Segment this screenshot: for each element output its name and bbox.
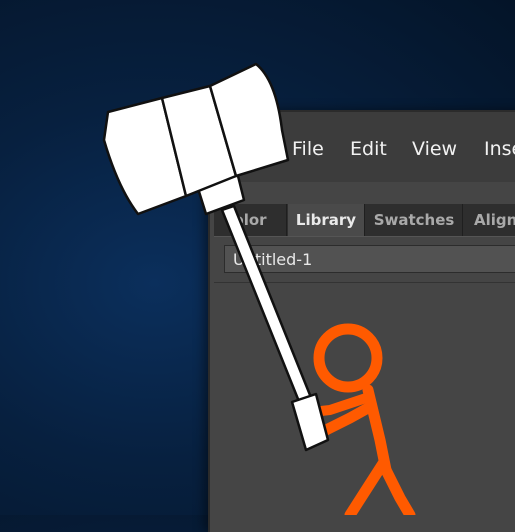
tab-color[interactable]: olor xyxy=(214,204,287,236)
menu-bar: File Edit View Inse xyxy=(210,112,515,182)
panel-divider xyxy=(214,282,515,283)
app-window: File Edit View Inse olor Library Swatche… xyxy=(208,110,515,532)
tab-swatches[interactable]: Swatches xyxy=(366,204,463,236)
panel-tab-bar: olor Library Swatches Align xyxy=(214,204,515,237)
menu-view[interactable]: View xyxy=(412,138,457,160)
document-select[interactable]: Untitled-1 xyxy=(224,245,515,273)
menu-edit[interactable]: Edit xyxy=(350,138,387,160)
tab-align[interactable]: Align xyxy=(464,204,515,236)
menu-file[interactable]: File xyxy=(292,138,324,160)
menu-insert[interactable]: Inse xyxy=(484,138,515,160)
tab-library[interactable]: Library xyxy=(288,204,365,236)
